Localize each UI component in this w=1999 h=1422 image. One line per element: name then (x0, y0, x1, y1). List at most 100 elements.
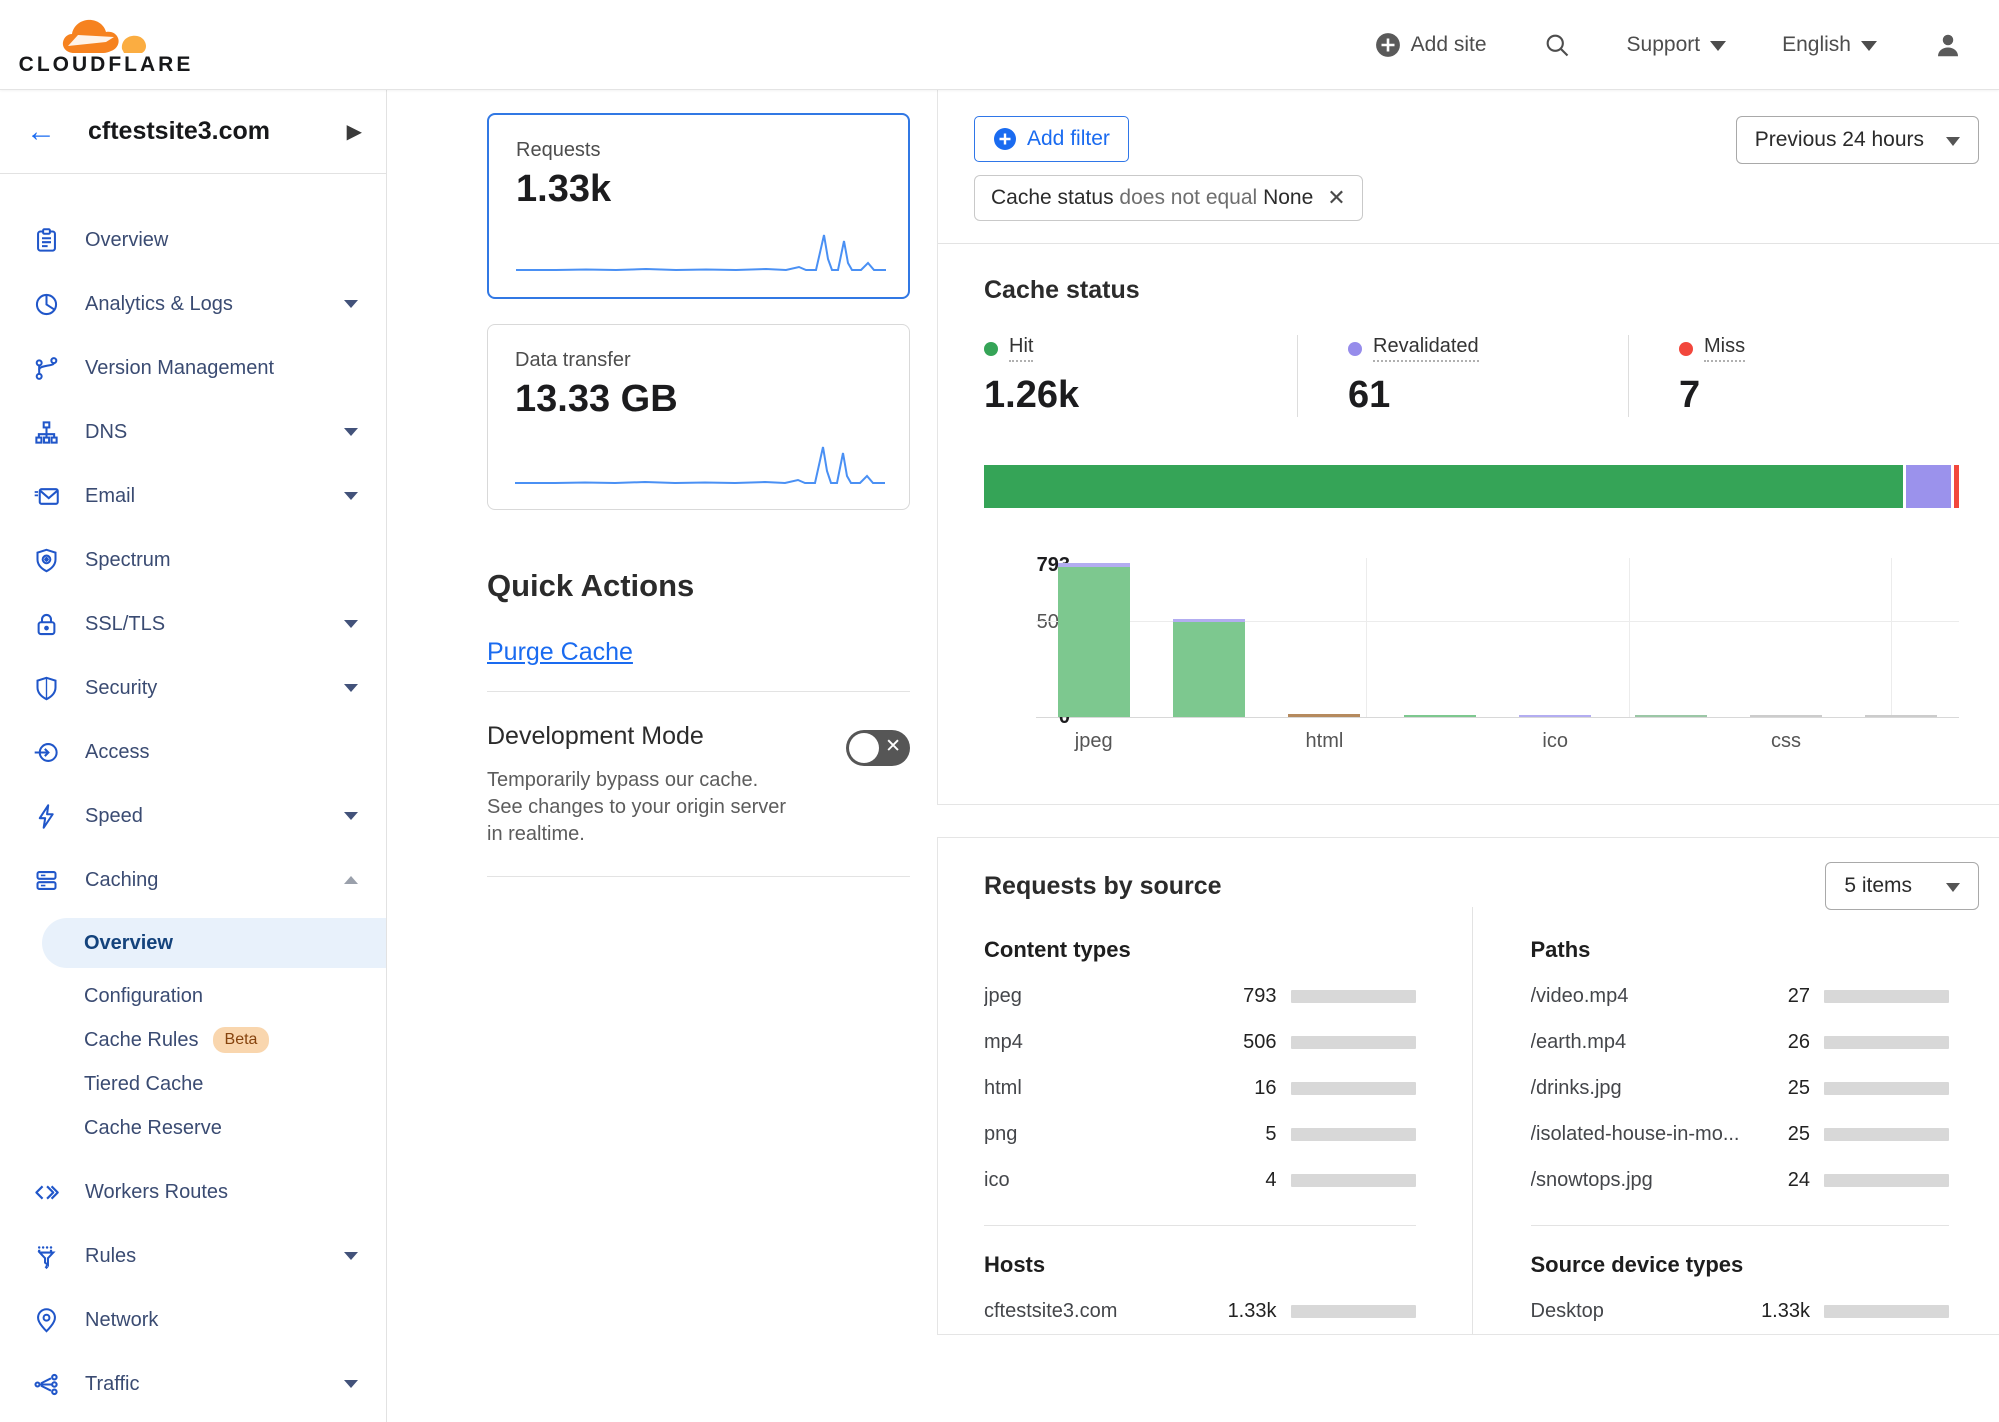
bar-mp4[interactable] (1151, 619, 1266, 717)
requests-card-label: Requests (516, 139, 881, 162)
x-tick (1613, 730, 1728, 753)
sidebar-subitem-tiered-cache[interactable]: Tiered Cache (0, 1062, 386, 1106)
development-mode-toggle[interactable]: ✕ (846, 730, 910, 766)
sidebar-subitem-cache-reserve[interactable]: Cache Reserve (0, 1106, 386, 1150)
progress-track (1291, 1305, 1416, 1318)
site-switcher-caret-icon[interactable]: ▶ (347, 119, 362, 144)
sidebar-item-email[interactable]: Email (0, 464, 386, 528)
hit-label[interactable]: Hit (1009, 335, 1033, 362)
chart-bars (1036, 564, 1959, 717)
paths-header: Paths (1531, 937, 1950, 963)
requests-by-source-panel: Requests by source 5 items Content types… (937, 837, 1999, 1335)
cache-status-stats: Hit 1.26k Revalidated 61 (984, 335, 1959, 417)
sidebar-item-access[interactable]: Access (0, 720, 386, 784)
time-range-select[interactable]: Previous 24 hours (1736, 116, 1979, 164)
table-row[interactable]: /earth.mp4 26 (1531, 1019, 1950, 1065)
data-transfer-card-label: Data transfer (515, 349, 882, 372)
search-icon[interactable] (1543, 31, 1571, 59)
data-transfer-summary-card[interactable]: Data transfer 13.33 GB (487, 324, 910, 510)
sidebar-item-overview[interactable]: Overview (0, 208, 386, 272)
progress-track (1824, 1174, 1949, 1187)
analytics-column: Add filter Previous 24 hours Cache statu… (937, 90, 1999, 1422)
sidebar-subitem-caching-overview[interactable]: Overview (42, 918, 386, 968)
sidebar-subitem-configuration[interactable]: Configuration (0, 974, 386, 1018)
sidebar-item-custom-pages[interactable]: Custom Pages (0, 1416, 386, 1422)
development-mode-description: Temporarily bypass our cache. See change… (487, 767, 787, 848)
chevron-down-icon (344, 684, 358, 692)
bar-ico[interactable] (1498, 715, 1613, 717)
chevron-down-icon (344, 428, 358, 436)
divider (487, 876, 910, 877)
sidebar-item-network[interactable]: Network (0, 1288, 386, 1352)
sidebar-item-workers-routes[interactable]: Workers Routes (0, 1160, 386, 1224)
add-site-button[interactable]: Add site (1375, 32, 1487, 58)
development-mode-section: Development Mode Temporarily bypass our … (487, 692, 910, 876)
table-row[interactable]: ico 4 (984, 1157, 1416, 1203)
support-label: Support (1627, 33, 1701, 57)
purge-cache-link[interactable]: Purge Cache (487, 638, 633, 667)
table-row[interactable]: html 16 (984, 1065, 1416, 1111)
hit-dot-icon (984, 342, 998, 356)
table-row[interactable]: /isolated-house-in-mo... 25 (1531, 1111, 1950, 1157)
bar-jpeg[interactable] (1036, 563, 1151, 717)
back-arrow-icon[interactable]: ← (26, 117, 56, 147)
toggle-off-x-icon: ✕ (885, 735, 901, 758)
language-label: English (1782, 33, 1851, 57)
quick-actions-title: Quick Actions (487, 568, 937, 604)
sidebar-nav: Overview Analytics & Logs Version Manage… (0, 174, 386, 1422)
login-arrow-icon (33, 739, 60, 766)
sidebar-item-speed[interactable]: Speed (0, 784, 386, 848)
miss-dot-icon (1679, 342, 1693, 356)
sidebar-item-rules[interactable]: Rules (0, 1224, 386, 1288)
sidebar-item-caching[interactable]: Caching (0, 848, 386, 912)
items-count-select[interactable]: 5 items (1825, 862, 1979, 910)
sidebar-item-security[interactable]: Security (0, 656, 386, 720)
content-types-header: Content types (984, 937, 1416, 963)
bar-html[interactable] (1267, 714, 1382, 717)
sidebar-item-spectrum[interactable]: Spectrum (0, 528, 386, 592)
sidebar-item-analytics-logs[interactable]: Analytics & Logs (0, 272, 386, 336)
revalidated-value: 61 (1348, 374, 1628, 417)
requests-summary-card[interactable]: Requests 1.33k (487, 113, 910, 299)
plus-circle-icon (1375, 32, 1401, 58)
bar-other-1[interactable] (1613, 715, 1728, 717)
table-row[interactable]: /drinks.jpg 25 (1531, 1065, 1950, 1111)
table-row[interactable]: /video.mp4 27 (1531, 973, 1950, 1019)
table-row[interactable]: cftestsite3.com 1.33k (984, 1288, 1416, 1334)
remove-filter-icon[interactable]: ✕ (1327, 185, 1345, 211)
sidebar-item-traffic[interactable]: Traffic (0, 1352, 386, 1416)
table-row[interactable]: mp4 506 (984, 1019, 1416, 1065)
server-stack-icon (33, 867, 60, 894)
funnel-icon (33, 1243, 60, 1270)
cloudflare-logo[interactable]: CLOUDFLARE (26, 13, 186, 77)
table-row[interactable]: png 5 (984, 1111, 1416, 1157)
bar-segment-other (1750, 715, 1822, 717)
progress-track (1291, 1082, 1416, 1095)
bar-png[interactable] (1382, 715, 1497, 717)
revalidated-label[interactable]: Revalidated (1373, 335, 1479, 362)
filter-bar: Add filter Previous 24 hours Cache statu… (938, 90, 1999, 243)
sidebar-item-ssl-tls[interactable]: SSL/TLS (0, 592, 386, 656)
bar-css[interactable] (1728, 715, 1843, 717)
sidebar-item-version-management[interactable]: Version Management (0, 336, 386, 400)
x-tick-css: css (1728, 730, 1843, 753)
add-filter-button[interactable]: Add filter (974, 116, 1129, 162)
user-account-icon[interactable] (1933, 30, 1963, 60)
sidebar-subitem-cache-rules[interactable]: Cache Rules Beta (0, 1018, 386, 1062)
table-row[interactable]: Desktop 1.33k (1531, 1288, 1950, 1334)
miss-label[interactable]: Miss (1704, 335, 1745, 362)
summary-column: Requests 1.33k Data transfer 13.33 GB Qu… (387, 90, 937, 1422)
bar-segment-revalidated (1519, 715, 1591, 717)
table-row[interactable]: /snowtops.jpg 24 (1531, 1157, 1950, 1203)
language-menu[interactable]: English (1782, 33, 1877, 57)
x-tick (1151, 730, 1266, 753)
cache-status-section: Cache status Hit 1.26k (938, 244, 1999, 804)
chart-plot-area: 793 500 0 (1036, 564, 1959, 718)
lightning-icon (33, 803, 60, 830)
bar-other-2[interactable] (1844, 715, 1959, 717)
support-menu[interactable]: Support (1627, 33, 1727, 57)
x-tick-jpeg: jpeg (1036, 730, 1151, 753)
miss-value: 7 (1679, 374, 1959, 417)
sidebar-item-dns[interactable]: DNS (0, 400, 386, 464)
table-row[interactable]: jpeg 793 (984, 973, 1416, 1019)
